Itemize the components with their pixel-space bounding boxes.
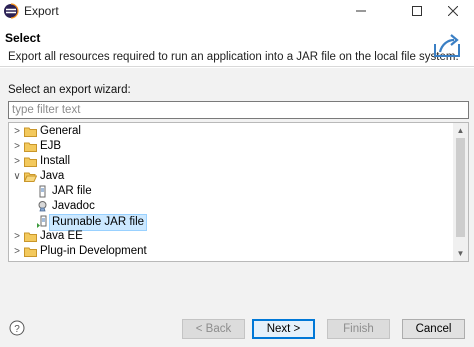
page-description: Export all resources required to run an … <box>8 51 459 63</box>
chevron-right-icon[interactable]: > <box>12 124 22 139</box>
tree-scrollbar[interactable]: ▲ ▼ <box>453 123 468 261</box>
scrollbar-thumb[interactable] <box>456 138 465 237</box>
chevron-right-icon[interactable]: > <box>12 229 22 244</box>
next-button[interactable]: Next > <box>252 319 315 339</box>
export-wizard-icon <box>434 34 460 57</box>
tree-item-label: General <box>40 125 81 137</box>
svg-text:?: ? <box>14 324 20 335</box>
chevron-right-icon[interactable]: > <box>12 244 22 259</box>
window-title: Export <box>24 4 59 18</box>
folder-icon <box>24 157 37 167</box>
tree-item-label: JAR file <box>52 185 92 197</box>
tree-item-label: Javadoc <box>52 200 95 212</box>
close-button[interactable] <box>430 0 474 22</box>
chevron-down-icon[interactable]: ∨ <box>12 169 22 184</box>
eclipse-app-icon <box>4 3 19 19</box>
chevron-right-icon[interactable]: > <box>12 139 22 154</box>
tree-item-label: Plug-in Development <box>40 245 147 257</box>
tree-item-plug-in-development[interactable]: > Plug-in Development <box>9 244 454 259</box>
javadoc-icon <box>38 201 47 212</box>
tree-item-label: Java <box>40 170 65 182</box>
wizard-header: Select Export all resources required to … <box>0 22 474 67</box>
tree-item-javadoc[interactable]: Javadoc <box>9 199 454 214</box>
export-wizard-label: Select an export wizard: <box>8 84 131 96</box>
cancel-button[interactable]: Cancel <box>402 319 465 339</box>
title-bar: Export <box>0 0 474 22</box>
page-title: Select <box>5 31 41 45</box>
folder-icon <box>24 127 37 137</box>
tree-item-install[interactable]: > Install <box>9 154 454 169</box>
wizard-tree[interactable]: > General > EJB > Install ∨ Java JAR fil… <box>8 122 469 262</box>
runnable-jar-icon <box>37 215 47 228</box>
finish-button[interactable]: Finish <box>327 319 390 339</box>
tree-item-general[interactable]: > General <box>9 124 454 139</box>
help-icon[interactable]: ? <box>9 320 25 336</box>
maximize-icon <box>412 6 422 16</box>
jar-icon <box>39 185 46 198</box>
folder-icon <box>24 142 37 152</box>
back-button[interactable]: < Back <box>182 319 245 339</box>
tree-item-java-ee[interactable]: > Java EE <box>9 229 454 244</box>
tree-item-jar-file[interactable]: JAR file <box>9 184 454 199</box>
folder-icon <box>24 232 37 242</box>
tree-item-label: Install <box>40 155 71 167</box>
tree-item-label: Java EE <box>40 230 83 242</box>
folder-icon <box>24 247 37 257</box>
minimize-icon <box>356 10 366 12</box>
folder-open-icon <box>24 172 37 182</box>
chevron-right-icon[interactable]: > <box>12 154 22 169</box>
filter-input[interactable] <box>8 101 469 119</box>
tree-item-ejb[interactable]: > EJB <box>9 139 454 154</box>
minimize-button[interactable] <box>338 0 384 22</box>
tree-item-label: EJB <box>40 140 62 152</box>
tree-item-runnable-jar-file[interactable]: Runnable JAR file <box>9 214 454 231</box>
tree-item-java[interactable]: ∨ Java <box>9 169 454 184</box>
close-icon <box>448 6 458 16</box>
scroll-up-arrow-icon[interactable]: ▲ <box>453 123 468 138</box>
scroll-down-arrow-icon[interactable]: ▼ <box>453 246 468 261</box>
